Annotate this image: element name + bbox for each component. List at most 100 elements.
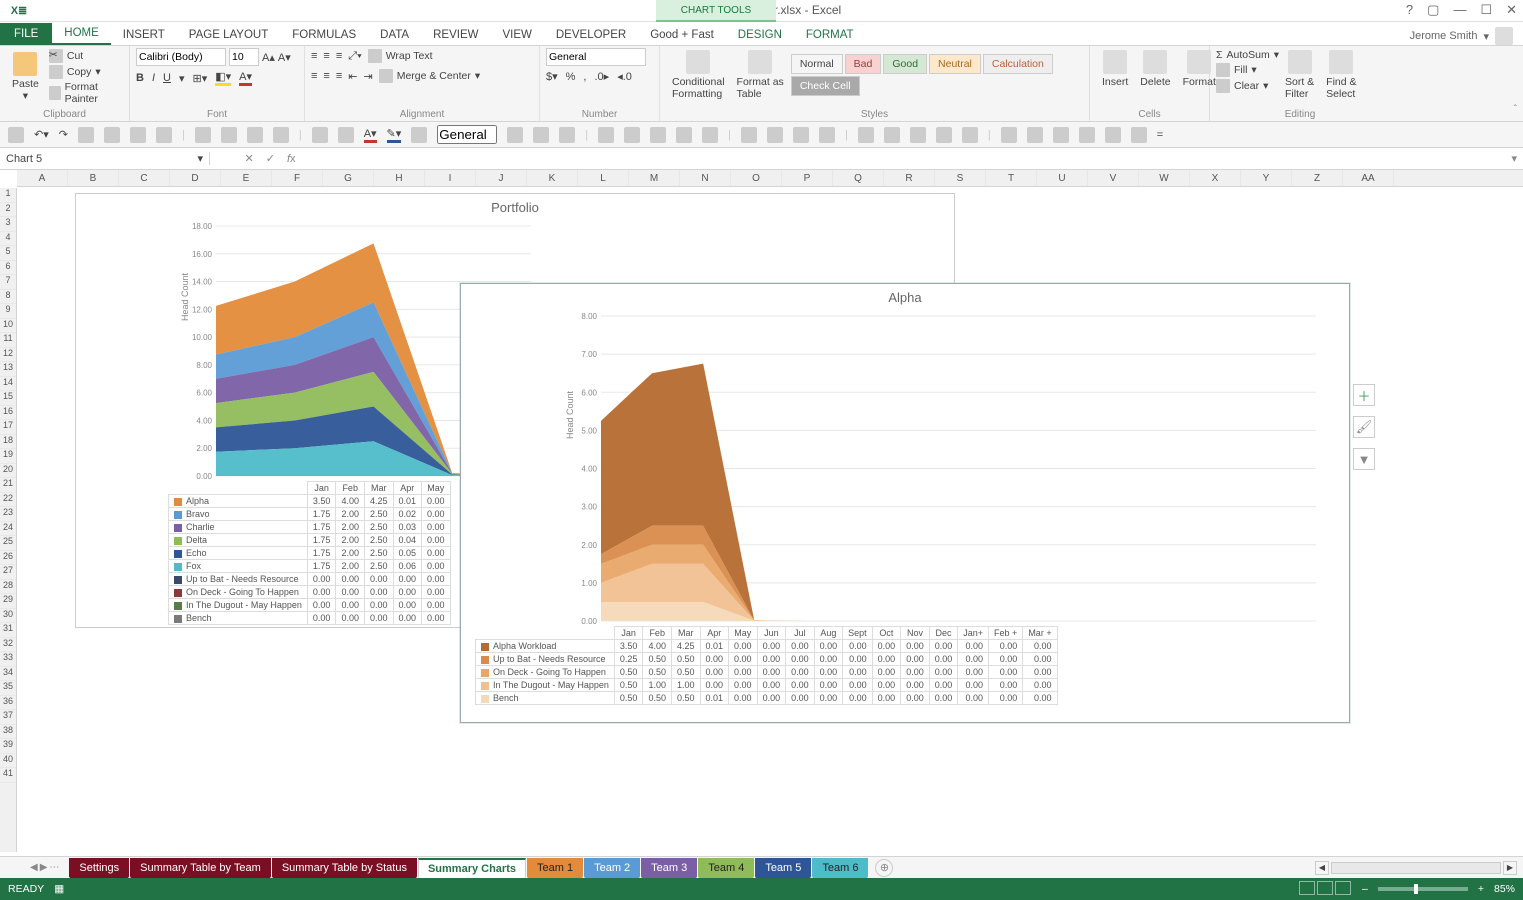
qat-icon[interactable] bbox=[884, 127, 900, 143]
tab-formulas[interactable]: FORMULAS bbox=[280, 25, 368, 45]
qat-icon[interactable] bbox=[676, 127, 692, 143]
percent-icon[interactable]: % bbox=[566, 71, 576, 83]
redo-icon[interactable]: ↷ bbox=[59, 128, 68, 141]
chart-alpha[interactable]: Alpha Head Count 0.001.002.003.004.005.0… bbox=[460, 283, 1350, 723]
qat-icon[interactable] bbox=[936, 127, 952, 143]
qat-icon[interactable] bbox=[221, 127, 237, 143]
qat-icon[interactable] bbox=[1027, 127, 1043, 143]
zoom-out-icon[interactable]: – bbox=[1362, 883, 1368, 895]
sheet-tab[interactable]: Team 4 bbox=[698, 858, 754, 878]
conditional-formatting-button[interactable]: Conditional Formatting bbox=[666, 48, 731, 102]
qat-icon[interactable] bbox=[338, 127, 354, 143]
close-icon[interactable]: ✕ bbox=[1506, 2, 1517, 18]
qat-icon[interactable] bbox=[819, 127, 835, 143]
sheet-tab[interactable]: Summary Charts bbox=[418, 858, 526, 878]
tab-good-fast[interactable]: Good + Fast bbox=[638, 25, 726, 45]
sheet-tab[interactable]: Team 5 bbox=[755, 858, 811, 878]
comma-icon[interactable]: , bbox=[583, 71, 586, 83]
merge-center-button[interactable]: Merge & Center▾ bbox=[379, 69, 480, 83]
qat-icon[interactable] bbox=[1079, 127, 1095, 143]
align-bottom-icon[interactable]: ≡ bbox=[336, 50, 342, 62]
qat-icon[interactable] bbox=[767, 127, 783, 143]
align-right-icon[interactable]: ≡ bbox=[336, 70, 342, 82]
ribbon-display-icon[interactable]: ▢ bbox=[1427, 2, 1439, 18]
qat-font-color-icon[interactable]: A▾ bbox=[364, 127, 377, 143]
font-color-button[interactable]: A▾ bbox=[239, 70, 252, 86]
sheet-tab[interactable]: Team 2 bbox=[584, 858, 640, 878]
border-button[interactable]: ⊞▾ bbox=[193, 72, 208, 85]
style-bad[interactable]: Bad bbox=[845, 54, 882, 74]
clear-button[interactable]: Clear▾ bbox=[1216, 79, 1279, 93]
align-center-icon[interactable]: ≡ bbox=[323, 70, 329, 82]
sheet-nav-prev-icon[interactable]: ◀ bbox=[30, 862, 38, 873]
align-top-icon[interactable]: ≡ bbox=[311, 50, 317, 62]
maximize-icon[interactable]: ☐ bbox=[1480, 2, 1492, 18]
sheet-tab[interactable]: Team 3 bbox=[641, 858, 697, 878]
qat-border-color-icon[interactable]: ✎▾ bbox=[387, 127, 402, 143]
format-painter-button[interactable]: Format Painter bbox=[49, 81, 123, 105]
qat-icon[interactable] bbox=[312, 127, 328, 143]
zoom-in-icon[interactable]: + bbox=[1478, 883, 1484, 895]
chart-styles-button[interactable]: 🖌 bbox=[1353, 416, 1375, 438]
align-middle-icon[interactable]: ≡ bbox=[323, 50, 329, 62]
qat-icon[interactable] bbox=[624, 127, 640, 143]
qat-icon[interactable] bbox=[910, 127, 926, 143]
save-icon[interactable] bbox=[8, 127, 24, 143]
horizontal-scrollbar[interactable]: ◀ ▶ bbox=[1315, 861, 1517, 875]
style-calculation[interactable]: Calculation bbox=[983, 54, 1053, 74]
cut-button[interactable]: ✂Cut bbox=[49, 49, 123, 63]
tab-format[interactable]: FORMAT bbox=[794, 25, 866, 45]
qat-icon[interactable] bbox=[156, 127, 172, 143]
row-headers[interactable]: 1234567891011121314151617181920212223242… bbox=[0, 188, 17, 852]
format-as-table-button[interactable]: Format as Table bbox=[731, 48, 790, 102]
user-account[interactable]: Jerome Smith▾ bbox=[1410, 27, 1523, 45]
qat-icon[interactable] bbox=[702, 127, 718, 143]
qat-icon[interactable] bbox=[130, 127, 146, 143]
align-left-icon[interactable]: ≡ bbox=[311, 70, 317, 82]
number-format-select[interactable] bbox=[546, 48, 646, 66]
copy-button[interactable]: Copy▾ bbox=[49, 65, 123, 79]
grow-font-icon[interactable]: A▴ bbox=[262, 51, 275, 64]
delete-button[interactable]: Delete bbox=[1134, 48, 1176, 90]
qat-icon[interactable] bbox=[1105, 127, 1121, 143]
qat-icon[interactable] bbox=[273, 127, 289, 143]
help-icon[interactable]: ? bbox=[1406, 2, 1413, 18]
chart-elements-button[interactable]: ＋ bbox=[1353, 384, 1375, 406]
minimize-icon[interactable]: — bbox=[1453, 2, 1466, 18]
qat-icon[interactable] bbox=[78, 127, 94, 143]
tab-page-layout[interactable]: PAGE LAYOUT bbox=[177, 25, 280, 45]
style-normal[interactable]: Normal bbox=[791, 54, 843, 74]
qat-icon[interactable] bbox=[507, 127, 523, 143]
indent-dec-icon[interactable]: ⇤ bbox=[348, 70, 357, 83]
qat-icon[interactable] bbox=[858, 127, 874, 143]
currency-icon[interactable]: $▾ bbox=[546, 70, 558, 83]
dec-decimal-icon[interactable]: ◂.0 bbox=[617, 70, 632, 83]
fill-button[interactable]: Fill▾ bbox=[1216, 63, 1279, 77]
qat-icon[interactable] bbox=[104, 127, 120, 143]
qat-icon[interactable] bbox=[1131, 127, 1147, 143]
qat-icon[interactable] bbox=[962, 127, 978, 143]
sheet-tab[interactable]: Settings bbox=[69, 858, 129, 878]
worksheet-grid[interactable]: 1234567891011121314151617181920212223242… bbox=[0, 188, 1523, 852]
qat-icon[interactable] bbox=[793, 127, 809, 143]
tab-developer[interactable]: DEVELOPER bbox=[544, 25, 638, 45]
qat-icon[interactable] bbox=[411, 127, 427, 143]
sort-filter-button[interactable]: Sort & Filter bbox=[1279, 48, 1320, 102]
sheet-tab[interactable]: Team 1 bbox=[527, 858, 583, 878]
qat-icon[interactable] bbox=[1001, 127, 1017, 143]
sheet-nav-next-icon[interactable]: ▶ bbox=[40, 862, 48, 873]
qat-icon[interactable] bbox=[650, 127, 666, 143]
find-select-button[interactable]: Find & Select bbox=[1320, 48, 1362, 102]
insert-button[interactable]: Insert bbox=[1096, 48, 1134, 90]
indent-inc-icon[interactable]: ⇥ bbox=[363, 70, 372, 83]
qat-equals-icon[interactable]: = bbox=[1157, 129, 1163, 141]
expand-formula-icon[interactable]: ▾ bbox=[1505, 152, 1523, 165]
tab-review[interactable]: REVIEW bbox=[421, 25, 490, 45]
cancel-icon[interactable]: ✕ bbox=[245, 152, 254, 165]
tab-home[interactable]: HOME bbox=[52, 23, 111, 45]
qat-format-select[interactable] bbox=[437, 125, 497, 144]
fx-icon[interactable]: fx bbox=[287, 153, 296, 165]
font-name-input[interactable] bbox=[136, 48, 226, 66]
style-neutral[interactable]: Neutral bbox=[929, 54, 981, 74]
zoom-slider[interactable] bbox=[1378, 887, 1468, 891]
